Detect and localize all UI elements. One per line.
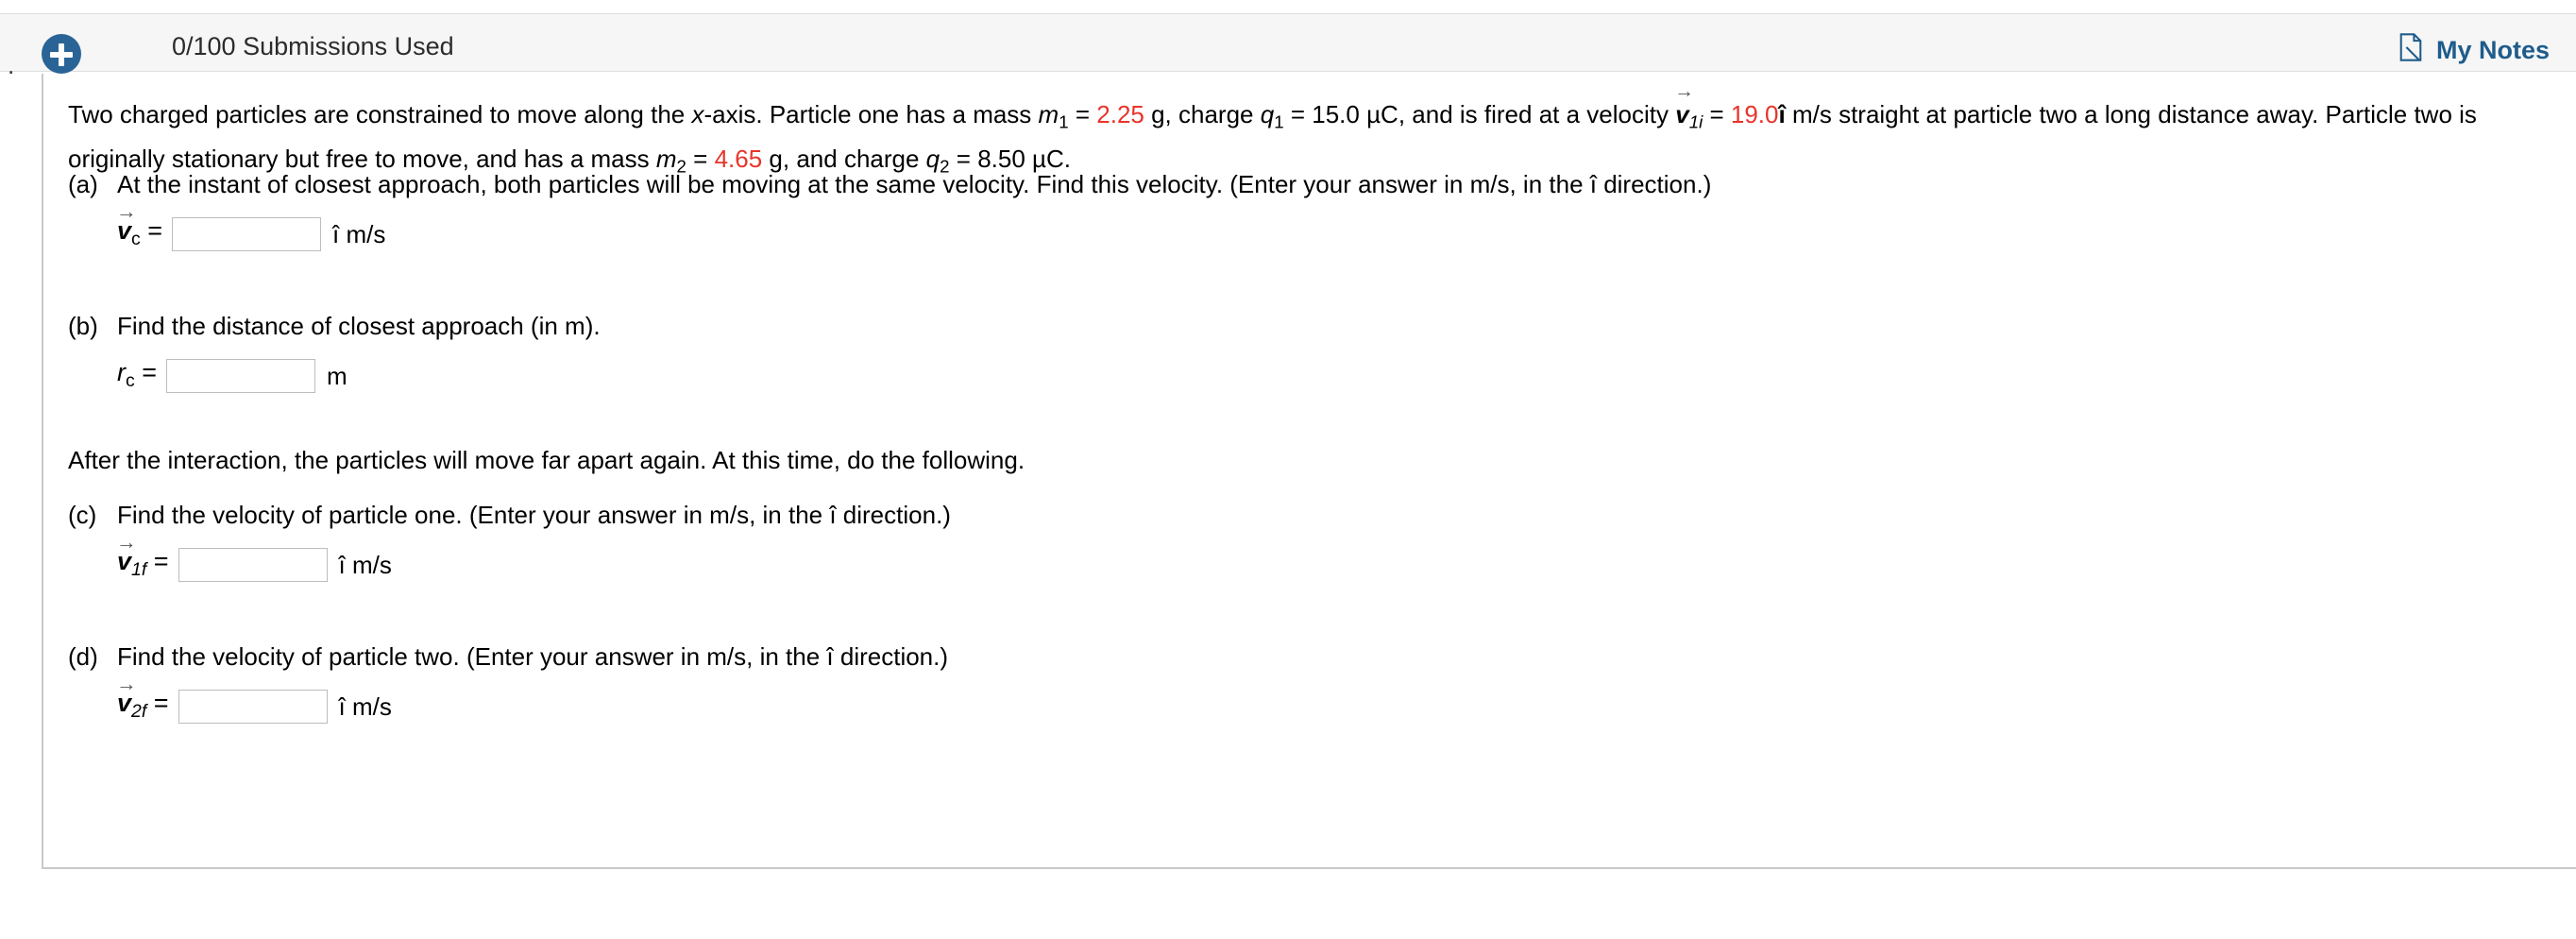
m1-subscript: 1 [1059, 111, 1069, 132]
eq-1: = [1068, 100, 1097, 128]
part-b-input[interactable] [166, 359, 316, 393]
m1-unit: g, charge [1144, 100, 1261, 128]
problem-text-1: Two charged particles are constrained to… [68, 100, 692, 128]
my-notes-label: My Notes [2435, 35, 2550, 64]
v1i-subscript: 1i [1688, 111, 1703, 132]
part-d-answer-label: → v2f = [116, 672, 169, 726]
my-notes-button[interactable]: My Notes [2398, 32, 2550, 67]
v1i-vector-symbol: → v [1674, 80, 1694, 128]
part-d-equals: = [153, 688, 169, 717]
note-page-icon [2398, 32, 2424, 67]
i-hat-icon: î [1778, 100, 1786, 128]
problem-text-3: , and is fired at a velocity [1398, 100, 1676, 128]
question-part-d: (d) Find the velocity of particle two. (… [68, 639, 948, 727]
eq-3: = [1703, 100, 1731, 128]
m1-symbol: m [1038, 100, 1059, 128]
eq-2: = [1283, 100, 1313, 128]
question-part-a: (a) At the instant of closest approach, … [68, 166, 1711, 255]
part-c-equals: = [153, 546, 169, 575]
part-a-letter: (a) [68, 170, 98, 198]
question-card: Two charged particles are constrained to… [42, 74, 2576, 869]
part-d-unit: î m/s [338, 692, 392, 721]
part-d-prompt: Find the velocity of particle two. (Ente… [117, 642, 949, 671]
page-root: . 0/100 Submissions Used My Notes Two ch… [0, 0, 2576, 939]
after-interaction-text: After the interaction, the particles wil… [68, 446, 1025, 474]
part-b-answer-label: rc = [117, 358, 157, 395]
part-c-answer-label: → v1f = [116, 530, 169, 584]
vc-vector-symbol: → v [116, 199, 137, 245]
part-b-prompt: Find the distance of closest approach (i… [117, 312, 601, 340]
plus-icon-vertical [59, 43, 64, 66]
part-a-equals: = [147, 215, 163, 245]
q1-symbol: q [1260, 100, 1275, 128]
rc-subscript: c [126, 369, 135, 391]
question-part-b: (b) Find the distance of closest approac… [68, 308, 601, 397]
part-a-input[interactable] [172, 217, 322, 251]
part-c-unit: î m/s [338, 551, 392, 579]
part-a-prompt: At the instant of closest approach, both… [117, 170, 1712, 198]
question-part-c: (c) Find the velocity of particle one. (… [68, 497, 951, 586]
problem-text-2: -axis. Particle one has a mass [703, 100, 1039, 128]
part-b-equals: = [142, 357, 158, 386]
q1-value: 15.0 µC [1312, 100, 1398, 128]
part-c-letter: (c) [68, 501, 97, 529]
v1i-value: 19.0 [1730, 100, 1779, 128]
v2f-subscript: 2f [131, 700, 147, 722]
part-b-unit: m [327, 362, 347, 390]
vc-subscript: c [131, 228, 141, 249]
add-button[interactable] [42, 34, 81, 74]
v1f-vector-symbol: → v [116, 530, 137, 575]
part-c-input[interactable] [178, 548, 328, 582]
rc-symbol: r [117, 357, 126, 386]
part-b-letter: (b) [68, 312, 98, 340]
x-axis-symbol: x [691, 100, 704, 128]
submissions-counter: 0/100 Submissions Used [172, 32, 454, 60]
m1-value: 2.25 [1096, 100, 1144, 128]
part-a-answer-label: → vc = [116, 199, 163, 253]
part-d-letter: (d) [68, 642, 98, 671]
part-a-unit: î m/s [332, 220, 386, 248]
part-c-prompt: Find the velocity of particle one. (Ente… [117, 501, 951, 529]
left-marker-dot: . [8, 51, 15, 79]
v2f-vector-symbol: → v [116, 672, 137, 717]
q1-subscript: 1 [1274, 111, 1284, 132]
v1f-subscript: 1f [131, 558, 147, 580]
part-d-input[interactable] [178, 690, 328, 724]
